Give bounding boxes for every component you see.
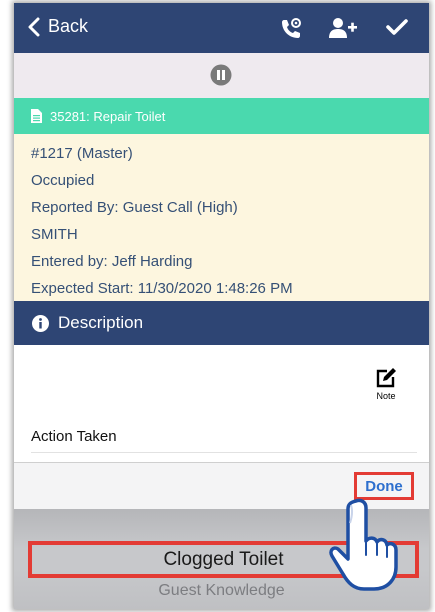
room-number: #1217 (Master) — [31, 145, 133, 162]
checkmark-icon[interactable] — [386, 18, 408, 36]
back-button[interactable]: Back — [28, 16, 88, 37]
guest-name: SMITH — [31, 226, 78, 243]
phone-settings-icon[interactable] — [279, 17, 303, 41]
document-icon — [31, 109, 42, 123]
done-button[interactable]: Done — [354, 472, 414, 500]
task-title-bar: 35281: Repair Toilet — [14, 98, 429, 134]
info-icon — [32, 314, 49, 332]
task-title: 35281: Repair Toilet — [50, 108, 166, 124]
action-taken-label: Action Taken — [31, 428, 117, 445]
app-screen: Back 35281: Repair Toilet #1217 (Master)… — [14, 3, 429, 609]
entered-by: Entered by: Jeff Harding — [31, 253, 193, 270]
reported-by: Reported By: Guest Call (High) — [31, 199, 238, 216]
description-title: Description — [58, 313, 144, 332]
chevron-left-icon — [28, 17, 40, 36]
navigation-bar: Back — [14, 3, 429, 53]
pointing-hand-icon — [329, 498, 398, 591]
note-button[interactable]: Note — [370, 367, 402, 401]
pause-icon[interactable] — [210, 64, 232, 86]
back-label: Back — [48, 16, 89, 36]
room-status: Occupied — [31, 172, 95, 189]
expected-start: Expected Start: 11/30/2020 1:48:26 PM — [31, 280, 293, 297]
description-header[interactable]: Description — [14, 301, 429, 345]
toolbar — [14, 53, 429, 98]
task-details-panel: #1217 (Master) Occupied Reported By: Gue… — [14, 134, 429, 301]
add-user-icon[interactable] — [328, 17, 358, 39]
edit-icon — [376, 368, 396, 388]
note-label: Note — [376, 391, 396, 401]
